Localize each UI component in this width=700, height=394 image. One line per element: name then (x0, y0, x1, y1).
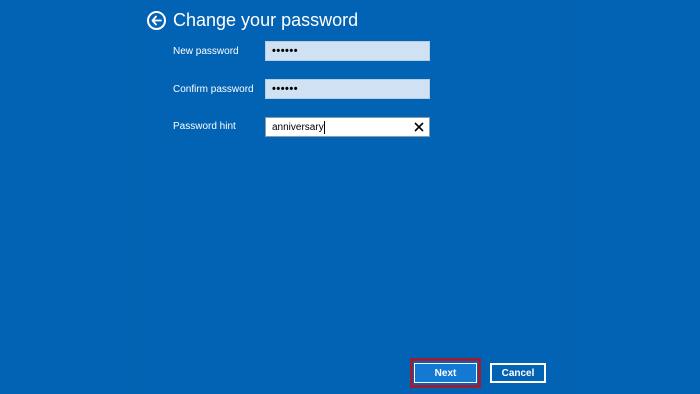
page-title: Change your password (173, 10, 359, 30)
left-divider (137, 0, 138, 394)
header: Change your password (147, 8, 358, 32)
new-password-field[interactable]: •••••• (265, 41, 430, 61)
confirm-password-field[interactable]: •••••• (265, 79, 430, 99)
next-button[interactable]: Next (414, 363, 477, 383)
password-hint-field[interactable]: anniversary (265, 117, 430, 137)
cancel-button[interactable]: Cancel (490, 363, 546, 383)
close-icon[interactable] (409, 118, 429, 136)
confirm-password-value: •••••• (272, 83, 299, 95)
new-password-value: •••••• (272, 45, 299, 57)
back-arrow-icon[interactable] (147, 10, 166, 30)
right-divider (562, 0, 563, 394)
new-password-label: New password (173, 46, 239, 57)
password-hint-label: Password hint (173, 121, 236, 132)
password-hint-value: anniversary (272, 121, 324, 133)
text-caret (323, 120, 325, 134)
confirm-password-label: Confirm password (173, 84, 254, 95)
